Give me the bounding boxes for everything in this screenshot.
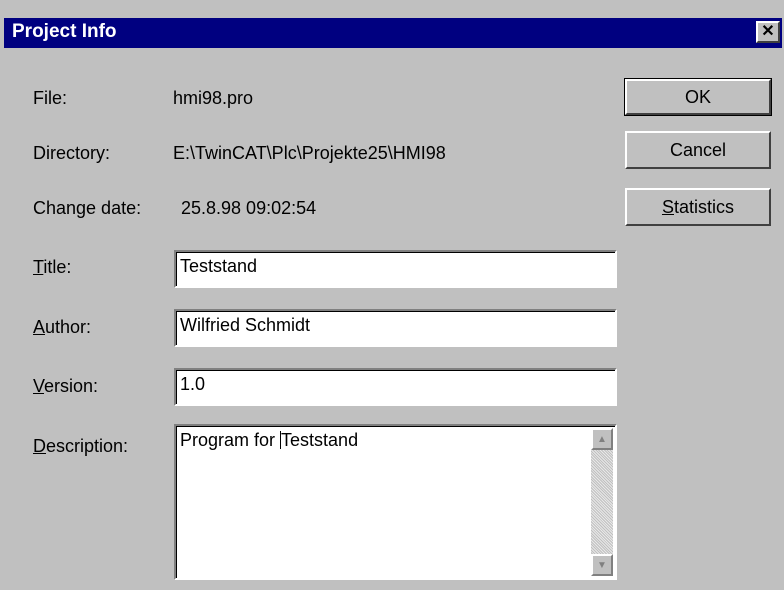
version-field-value: 1.0 <box>180 374 206 394</box>
close-button[interactable]: ✕ <box>756 21 780 43</box>
title-field-value: Teststand <box>180 256 258 276</box>
statistics-button[interactable]: Statistics <box>625 188 771 226</box>
description-label: Description: <box>33 436 128 457</box>
ok-button[interactable]: OK <box>624 78 772 116</box>
cancel-button[interactable]: Cancel <box>625 131 771 169</box>
description-scrollbar[interactable]: ▲ ▼ <box>591 428 613 576</box>
description-label-mnemonic: D <box>33 436 46 456</box>
title-label-rest: itle: <box>43 257 72 277</box>
title-bar: Project Info ✕ <box>4 18 782 48</box>
author-field-value: Wilfried Schmidt <box>180 315 311 335</box>
author-label: Author: <box>33 317 91 338</box>
version-label-rest: ersion: <box>44 376 99 396</box>
title-field[interactable]: Teststand <box>174 250 617 288</box>
window-title: Project Info <box>12 21 117 42</box>
file-label: File: <box>33 88 68 108</box>
close-icon: ✕ <box>761 23 775 40</box>
version-label-mnemonic: V <box>33 376 45 396</box>
change-date-label: Change date: <box>33 198 142 218</box>
author-field[interactable]: Wilfried Schmidt <box>174 309 617 347</box>
change-date-value: 25.8.98 09:02:54 <box>181 198 317 218</box>
statistics-label-rest: tatistics <box>674 196 735 217</box>
version-label: Version: <box>33 376 98 397</box>
project-info-dialog: Project Info ✕ File: hmi98.pro Directory… <box>0 0 784 590</box>
description-text-before-caret: Program for <box>180 430 281 450</box>
statistics-mnemonic: S <box>661 196 674 217</box>
author-label-rest: uthor: <box>45 317 92 337</box>
description-label-rest: escription: <box>46 436 129 456</box>
title-label-mnemonic: T <box>33 257 44 277</box>
author-label-mnemonic: A <box>33 317 46 337</box>
description-textarea[interactable]: Program for Teststand ▲ ▼ <box>174 424 617 580</box>
scroll-up-arrow-icon[interactable]: ▲ <box>591 428 613 450</box>
file-value: hmi98.pro <box>173 88 254 108</box>
version-field[interactable]: 1.0 <box>174 368 617 406</box>
title-label: Title: <box>33 257 71 278</box>
description-text-after-caret: Teststand <box>281 430 359 450</box>
scroll-down-arrow-icon[interactable]: ▼ <box>591 554 613 576</box>
directory-value: E:\TwinCAT\Plc\Projekte25\HMI98 <box>173 143 446 163</box>
directory-label: Directory: <box>33 143 111 163</box>
